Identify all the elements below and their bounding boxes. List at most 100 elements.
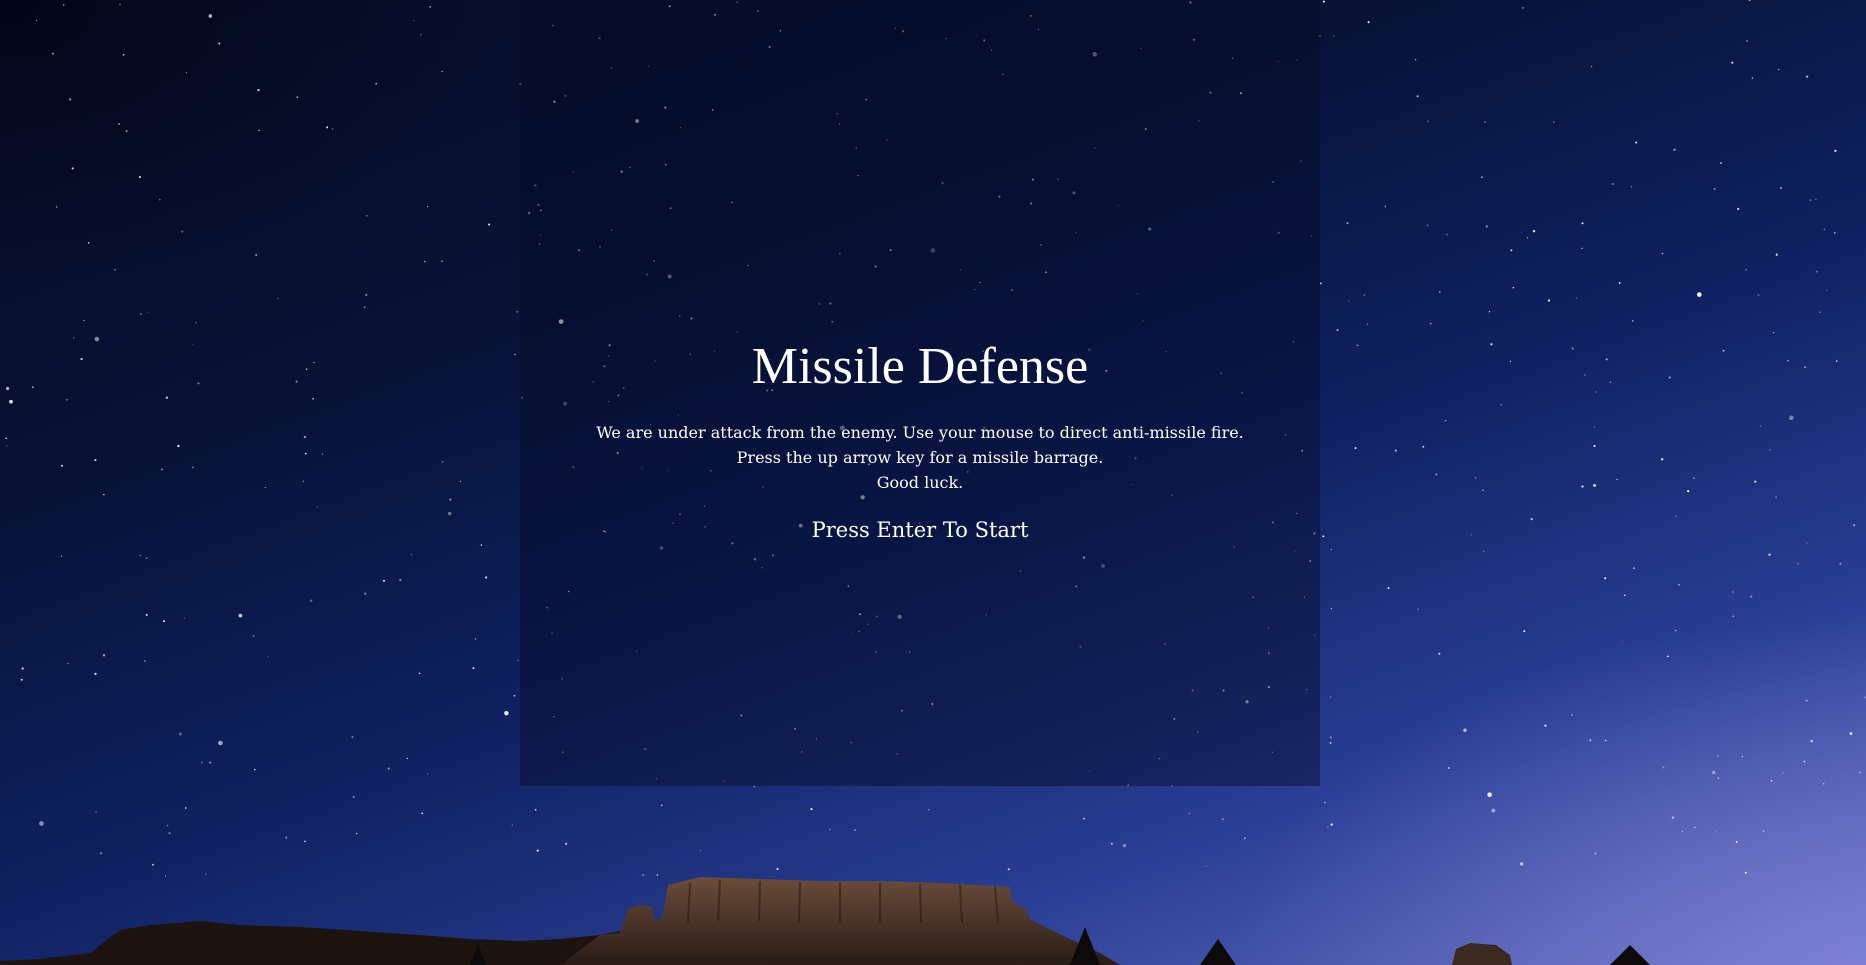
star <box>406 757 408 760</box>
star <box>310 599 313 602</box>
star <box>1593 444 1596 448</box>
star <box>1570 713 1573 716</box>
star <box>1348 300 1350 302</box>
star <box>31 386 34 388</box>
star <box>1482 550 1485 553</box>
star <box>474 638 477 640</box>
star <box>1429 322 1432 325</box>
star <box>145 613 148 616</box>
star <box>138 176 141 178</box>
star <box>1367 21 1370 24</box>
star <box>1806 542 1808 544</box>
star <box>1675 515 1677 517</box>
star <box>1715 830 1717 832</box>
star <box>1363 294 1366 296</box>
star <box>1823 228 1826 231</box>
star <box>472 667 475 670</box>
star <box>161 468 163 471</box>
star <box>517 659 519 662</box>
star <box>1593 426 1595 428</box>
star <box>364 592 367 595</box>
star <box>1330 607 1333 610</box>
star <box>514 353 516 356</box>
star <box>1332 35 1335 37</box>
star <box>1693 477 1695 479</box>
star <box>296 96 299 99</box>
star <box>83 320 85 322</box>
star <box>1666 655 1669 658</box>
star <box>1781 772 1784 774</box>
star <box>1327 826 1329 828</box>
star <box>102 654 106 657</box>
star <box>178 732 182 736</box>
instruction-line: Good luck. <box>876 473 964 492</box>
star <box>139 554 142 557</box>
star <box>1530 517 1533 521</box>
star <box>1589 739 1592 742</box>
star <box>1674 629 1677 632</box>
star <box>60 555 63 557</box>
star <box>1082 817 1085 820</box>
star <box>1621 641 1623 643</box>
star <box>1356 344 1359 347</box>
star <box>94 336 100 342</box>
star <box>459 480 462 483</box>
star <box>94 459 97 462</box>
star <box>114 268 116 271</box>
star <box>1805 699 1808 702</box>
star <box>56 206 58 208</box>
star <box>1839 562 1842 565</box>
star <box>1673 148 1676 151</box>
star <box>1745 268 1747 271</box>
star <box>1581 222 1584 225</box>
star <box>185 72 187 74</box>
star <box>1772 332 1775 334</box>
star <box>429 6 432 8</box>
star <box>95 811 97 814</box>
star <box>145 557 148 560</box>
start-prompt[interactable]: Press Enter To Start <box>520 516 1320 544</box>
star <box>163 620 165 623</box>
mesa-landscape <box>0 877 1650 965</box>
star <box>208 14 213 18</box>
instruction-line: We are under attack from the enemy. Use … <box>596 423 1244 442</box>
star <box>252 635 255 637</box>
star <box>1662 766 1665 769</box>
star <box>399 578 402 582</box>
star <box>1630 186 1633 188</box>
star <box>67 662 69 665</box>
star <box>192 466 194 469</box>
star <box>1768 553 1771 556</box>
star <box>1668 376 1671 379</box>
star <box>1757 759 1759 761</box>
star <box>1532 230 1536 233</box>
star <box>1329 742 1332 744</box>
star <box>1336 328 1339 332</box>
star <box>195 322 197 324</box>
star <box>1447 767 1450 769</box>
star <box>119 3 121 6</box>
star <box>238 613 243 618</box>
star <box>660 804 663 807</box>
star <box>1416 95 1419 98</box>
star <box>1731 61 1734 64</box>
star <box>1713 188 1716 191</box>
star <box>6 445 8 447</box>
star <box>5 437 8 440</box>
star <box>410 553 413 556</box>
star <box>1618 282 1621 284</box>
star <box>1322 0 1325 3</box>
star <box>277 297 279 300</box>
star <box>192 344 194 346</box>
star <box>1387 587 1390 590</box>
star <box>80 357 83 361</box>
star <box>413 20 415 22</box>
star <box>94 672 97 676</box>
star <box>1712 770 1716 775</box>
star <box>1770 779 1773 782</box>
star <box>426 206 429 208</box>
star <box>1748 0 1751 2</box>
star <box>331 128 334 130</box>
star <box>1322 535 1325 538</box>
star <box>1330 823 1333 826</box>
